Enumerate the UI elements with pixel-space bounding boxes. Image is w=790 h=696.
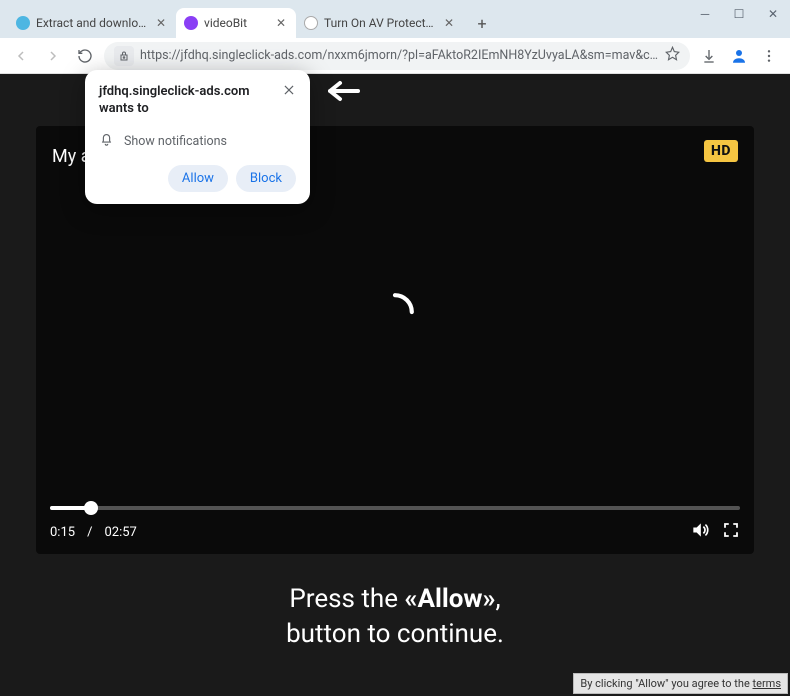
tab-1[interactable]: videoBit ✕ bbox=[176, 8, 296, 38]
back-button[interactable] bbox=[8, 43, 34, 69]
notification-permission-popup: jfdhq.singleclick-ads.com wants to Show … bbox=[85, 70, 310, 204]
bookmark-icon[interactable] bbox=[665, 46, 680, 65]
url-text: https://jfdhq.singleclick-ads.com/nxxm6j… bbox=[140, 48, 659, 63]
address-bar[interactable]: https://jfdhq.singleclick-ads.com/nxxm6j… bbox=[104, 42, 690, 70]
permission-capability: Show notifications bbox=[124, 134, 227, 149]
time-total: 02:57 bbox=[104, 525, 136, 540]
browser-toolbar: https://jfdhq.singleclick-ads.com/nxxm6j… bbox=[0, 38, 790, 74]
hd-badge: HD bbox=[704, 140, 738, 162]
close-window-button[interactable]: ✕ bbox=[756, 0, 790, 28]
favicon-icon bbox=[16, 16, 30, 30]
loading-spinner-icon bbox=[374, 291, 416, 333]
disclaimer-text: By clicking "Allow" you agree to the ter… bbox=[573, 673, 788, 694]
favicon-icon bbox=[184, 16, 198, 30]
time-current: 0:15 bbox=[50, 525, 75, 540]
close-icon[interactable]: ✕ bbox=[154, 16, 168, 30]
permission-title: jfdhq.singleclick-ads.com wants to bbox=[99, 84, 296, 118]
volume-icon[interactable] bbox=[690, 520, 710, 544]
tab-label: Extract and download audio an bbox=[36, 16, 148, 30]
new-tab-button[interactable]: + bbox=[470, 11, 494, 35]
tab-label: Turn On AV Protection bbox=[324, 16, 436, 30]
fullscreen-icon[interactable] bbox=[722, 521, 740, 543]
tab-0[interactable]: Extract and download audio an ✕ bbox=[8, 8, 176, 38]
close-icon[interactable]: ✕ bbox=[442, 16, 456, 30]
block-button[interactable]: Block bbox=[236, 165, 296, 192]
toolbar-right bbox=[696, 43, 782, 69]
time-sep: / bbox=[87, 525, 92, 540]
tab-2[interactable]: Turn On AV Protection ✕ bbox=[296, 8, 464, 38]
progress-thumb[interactable] bbox=[84, 501, 98, 515]
allow-button[interactable]: Allow bbox=[168, 165, 228, 192]
minimize-button[interactable]: ─ bbox=[688, 0, 722, 28]
window-controls: ─ ☐ ✕ bbox=[688, 0, 790, 38]
video-controls: 0:15 / 02:57 bbox=[36, 498, 754, 554]
maximize-button[interactable]: ☐ bbox=[722, 0, 756, 28]
permission-capability-row: Show notifications bbox=[99, 132, 296, 151]
terms-link[interactable]: terms bbox=[753, 677, 781, 690]
browser-titlebar: Extract and download audio an ✕ videoBit… bbox=[0, 0, 790, 38]
forward-button[interactable] bbox=[40, 43, 66, 69]
bell-icon bbox=[99, 132, 114, 151]
tab-strip: Extract and download audio an ✕ videoBit… bbox=[8, 8, 494, 38]
instruction-text: Press the «Allow», button to continue. bbox=[0, 582, 790, 652]
pointer-arrow-icon bbox=[328, 80, 364, 106]
menu-icon[interactable] bbox=[756, 43, 782, 69]
downloads-icon[interactable] bbox=[696, 43, 722, 69]
close-icon[interactable]: ✕ bbox=[274, 16, 288, 30]
progress-bar[interactable] bbox=[50, 506, 740, 510]
reload-button[interactable] bbox=[72, 43, 98, 69]
favicon-icon bbox=[304, 16, 318, 30]
site-settings-icon[interactable] bbox=[114, 46, 134, 66]
close-icon[interactable] bbox=[282, 82, 298, 98]
profile-icon[interactable] bbox=[726, 43, 752, 69]
tab-label: videoBit bbox=[204, 16, 268, 30]
